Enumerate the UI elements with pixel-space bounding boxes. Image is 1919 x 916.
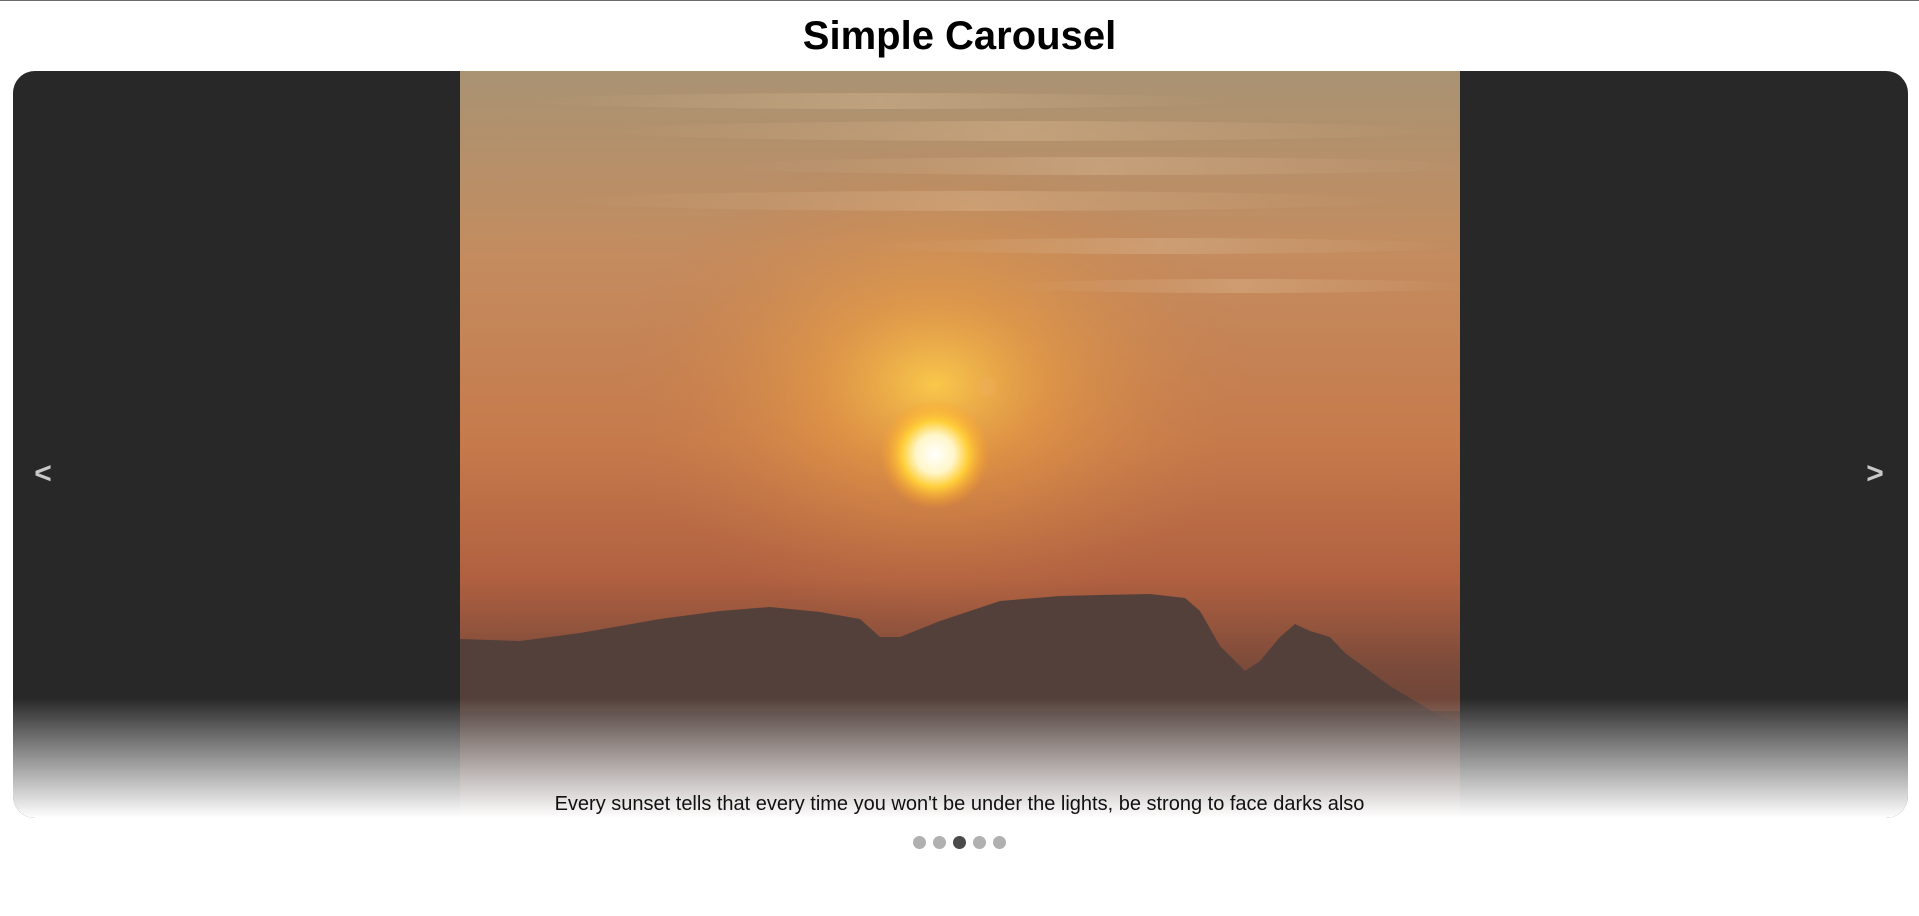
slide-indicator-dot[interactable] <box>953 836 966 849</box>
slide-indicator-dot[interactable] <box>913 836 926 849</box>
previous-slide-button[interactable]: < <box>25 456 61 492</box>
top-divider <box>0 0 1919 1</box>
slide-caption: Every sunset tells that every time you w… <box>554 793 1365 815</box>
slide-indicators <box>0 836 1919 849</box>
slide-image-sunset <box>460 71 1460 818</box>
slide-indicator-dot[interactable] <box>933 836 946 849</box>
next-slide-button[interactable]: > <box>1857 456 1893 492</box>
slide-indicator-dot[interactable] <box>993 836 1006 849</box>
carousel <box>13 71 1908 818</box>
slide-indicator-dot[interactable] <box>973 836 986 849</box>
page-title: Simple Carousel <box>802 14 1117 58</box>
